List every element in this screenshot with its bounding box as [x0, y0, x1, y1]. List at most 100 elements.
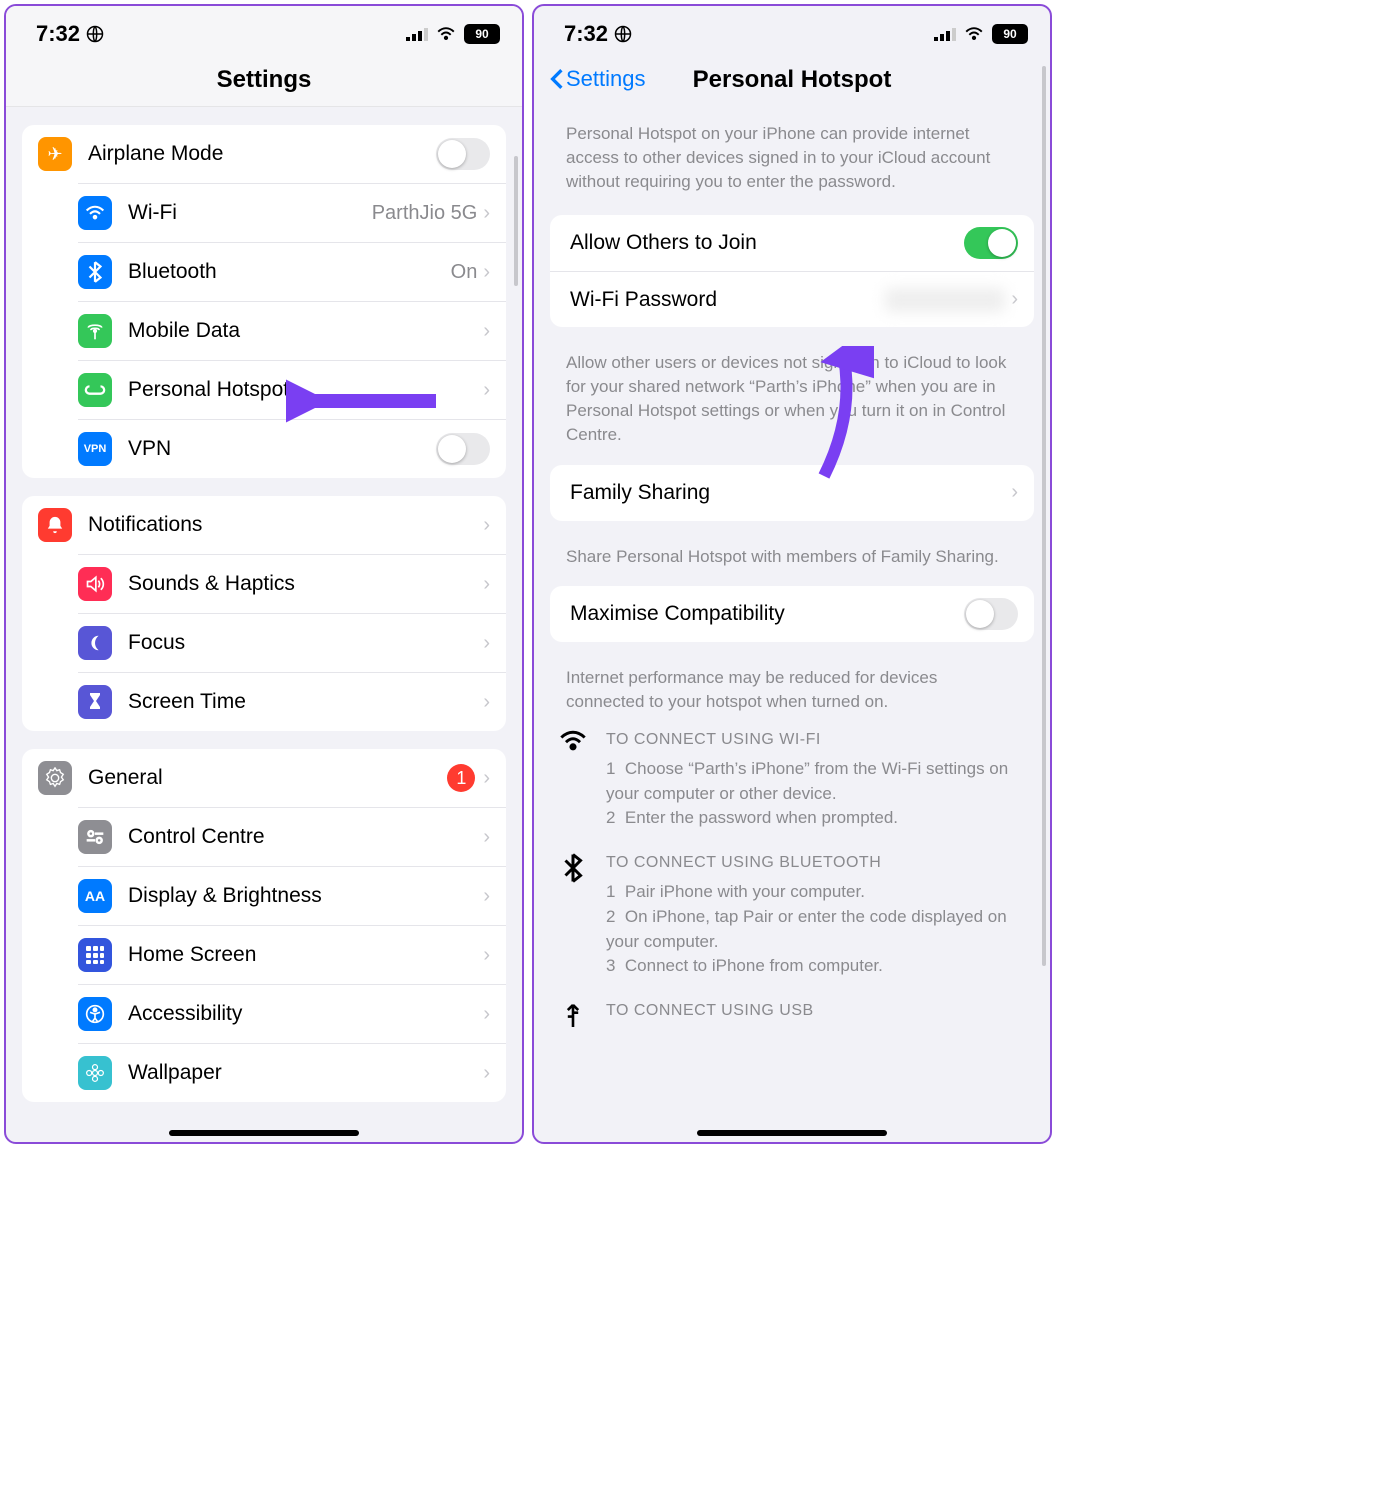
signal-icon	[934, 27, 956, 41]
back-label: Settings	[566, 66, 646, 92]
vpn-toggle[interactable]	[436, 433, 490, 465]
setting-row-accessibility[interactable]: Accessibility›	[78, 984, 506, 1043]
connect-instructions: TO CONNECT USING WI-FI 1 Choose “Parth’s…	[534, 714, 1050, 1028]
general-label: General	[88, 766, 447, 790]
hotspot-screen: 7:32 90 Settings Personal Hotspot Person…	[532, 4, 1052, 1144]
family-sharing-row[interactable]: Family Sharing ›	[550, 465, 1034, 521]
maxcompat-group: Maximise Compatibility	[550, 586, 1034, 642]
back-button[interactable]: Settings	[550, 66, 646, 92]
setting-row-display[interactable]: AADisplay & Brightness›	[78, 866, 506, 925]
wifi-icon	[78, 196, 112, 230]
general-badge: 1	[447, 764, 475, 792]
wifi-icon	[558, 728, 588, 831]
usb-instr-title: TO CONNECT USING USB	[606, 999, 1026, 1022]
settings-screen: 7:32 90 Settings ✈Airplane ModeWi-FiPart…	[4, 4, 524, 1144]
hotspot-icon	[78, 373, 112, 407]
intro-text: Personal Hotspot on your iPhone can prov…	[534, 106, 1050, 197]
wallpaper-label: Wallpaper	[128, 1061, 483, 1085]
setting-row-sounds[interactable]: Sounds & Haptics›	[78, 554, 506, 613]
airplane-label: Airplane Mode	[88, 142, 436, 166]
allow-group: Allow Others to Join Wi-Fi Password ›	[550, 215, 1034, 327]
chevron-right-icon: ›	[483, 691, 490, 714]
setting-row-wifi[interactable]: Wi-FiParthJio 5G›	[78, 183, 506, 242]
bt-instr-1: Pair iPhone with your computer.	[625, 882, 865, 901]
signal-icon	[406, 27, 428, 41]
bt-instr-title: TO CONNECT USING BLUETOOTH	[606, 851, 1026, 874]
chevron-right-icon: ›	[483, 885, 490, 908]
bluetooth-icon	[558, 851, 588, 979]
focus-icon	[78, 626, 112, 660]
display-icon: AA	[78, 879, 112, 913]
scrollbar[interactable]	[1042, 66, 1046, 966]
setting-row-controlcentre[interactable]: Control Centre›	[78, 807, 506, 866]
chevron-right-icon: ›	[483, 261, 490, 284]
allow-others-label: Allow Others to Join	[570, 231, 964, 255]
setting-row-hotspot[interactable]: Personal Hotspot›	[78, 360, 506, 419]
setting-row-screentime[interactable]: Screen Time›	[78, 672, 506, 731]
chevron-right-icon: ›	[483, 632, 490, 655]
maxcompat-toggle[interactable]	[964, 598, 1018, 630]
maxcompat-footer: Internet performance may be reduced for …	[534, 660, 1050, 714]
controlcentre-icon	[78, 820, 112, 854]
bluetooth-label: Bluetooth	[128, 260, 451, 284]
wifi-instructions: TO CONNECT USING WI-FI 1 Choose “Parth’s…	[558, 728, 1026, 831]
setting-row-mobiledata[interactable]: Mobile Data›	[78, 301, 506, 360]
setting-row-general[interactable]: General1 ›	[22, 749, 506, 807]
hotspot-content[interactable]: Personal Hotspot on your iPhone can prov…	[534, 106, 1050, 1142]
setting-row-vpn[interactable]: VPNVPN	[78, 419, 506, 478]
chevron-right-icon: ›	[483, 514, 490, 537]
focus-label: Focus	[128, 631, 483, 655]
status-bar: 7:32 90	[6, 6, 522, 56]
setting-row-focus[interactable]: Focus›	[78, 613, 506, 672]
setting-row-airplane[interactable]: ✈Airplane Mode	[22, 125, 506, 183]
chevron-right-icon: ›	[483, 573, 490, 596]
setting-row-wallpaper[interactable]: Wallpaper›	[78, 1043, 506, 1102]
homescreen-icon	[78, 938, 112, 972]
accessibility-icon	[78, 997, 112, 1031]
allow-footer: Allow other users or devices not signed …	[534, 345, 1050, 446]
wifi-password-label: Wi-Fi Password	[570, 288, 885, 312]
wifi-password-value	[885, 288, 1005, 312]
status-time: 7:32	[36, 21, 80, 47]
setting-row-homescreen[interactable]: Home Screen›	[78, 925, 506, 984]
home-indicator[interactable]	[169, 1130, 359, 1136]
settings-group-notifications: Notifications›Sounds & Haptics›Focus›Scr…	[22, 496, 506, 731]
chevron-left-icon	[550, 68, 564, 90]
chevron-right-icon: ›	[483, 320, 490, 343]
settings-content[interactable]: ✈Airplane ModeWi-FiParthJio 5G›Bluetooth…	[6, 107, 522, 1143]
sounds-label: Sounds & Haptics	[128, 572, 483, 596]
chevron-right-icon: ›	[1011, 481, 1018, 504]
allow-others-toggle[interactable]	[964, 227, 1018, 259]
globe-icon	[614, 25, 632, 43]
wifi-password-row[interactable]: Wi-Fi Password ›	[550, 271, 1034, 327]
usb-instructions: TO CONNECT USING USB	[558, 999, 1026, 1028]
accessibility-label: Accessibility	[128, 1002, 483, 1026]
allow-others-row[interactable]: Allow Others to Join	[550, 215, 1034, 271]
notifications-icon	[38, 508, 72, 542]
bt-instructions: TO CONNECT USING BLUETOOTH 1 Pair iPhone…	[558, 851, 1026, 979]
bluetooth-icon	[78, 255, 112, 289]
scrollbar[interactable]	[514, 156, 518, 286]
chevron-right-icon: ›	[483, 202, 490, 225]
chevron-right-icon: ›	[483, 944, 490, 967]
chevron-right-icon: ›	[483, 767, 490, 790]
general-icon	[38, 761, 72, 795]
battery-icon: 90	[992, 24, 1028, 44]
sounds-icon	[78, 567, 112, 601]
battery-icon: 90	[464, 24, 500, 44]
family-sharing-label: Family Sharing	[570, 481, 1011, 505]
setting-row-notifications[interactable]: Notifications›	[22, 496, 506, 554]
wifi-instr-1: Choose “Parth’s iPhone” from the Wi-Fi s…	[606, 759, 1008, 803]
page-title: Personal Hotspot	[693, 66, 892, 93]
vpn-label: VPN	[128, 437, 436, 461]
chevron-right-icon: ›	[483, 379, 490, 402]
screentime-icon	[78, 685, 112, 719]
homescreen-label: Home Screen	[128, 943, 483, 967]
screentime-label: Screen Time	[128, 690, 483, 714]
setting-row-bluetooth[interactable]: BluetoothOn›	[78, 242, 506, 301]
usb-icon	[558, 999, 588, 1028]
wallpaper-icon	[78, 1056, 112, 1090]
home-indicator[interactable]	[697, 1130, 887, 1136]
maxcompat-row[interactable]: Maximise Compatibility	[550, 586, 1034, 642]
airplane-toggle[interactable]	[436, 138, 490, 170]
